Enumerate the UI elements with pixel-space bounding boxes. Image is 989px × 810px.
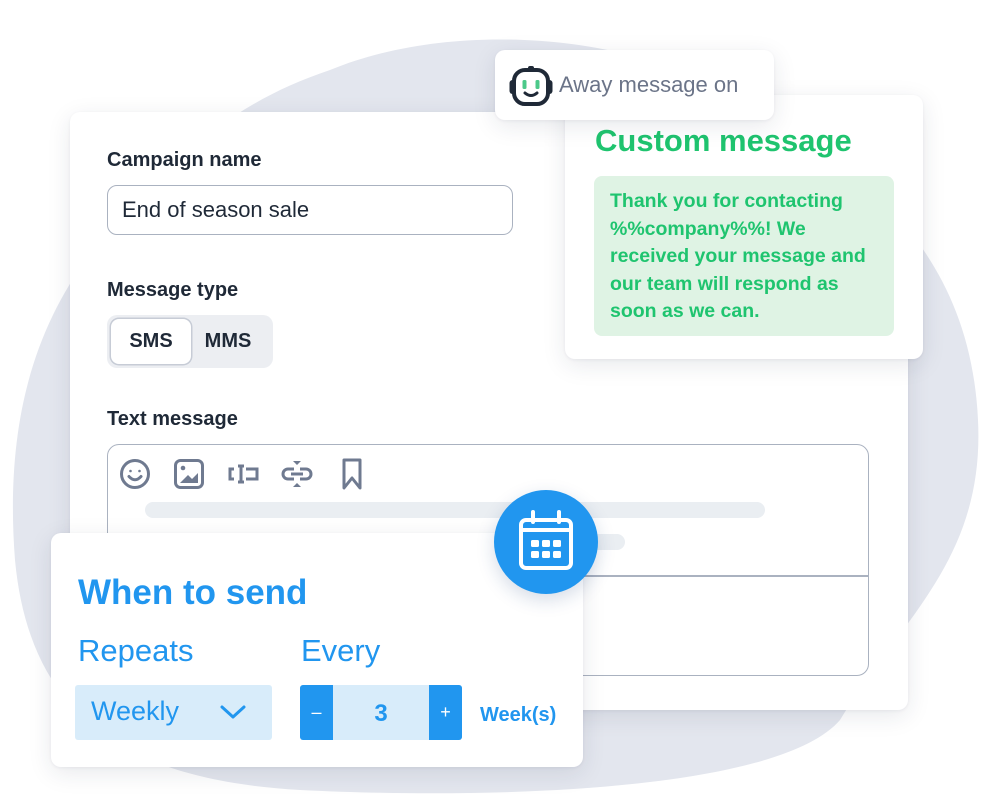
increment-button[interactable]: + xyxy=(429,685,462,740)
every-stepper: – 3 + xyxy=(300,685,462,740)
campaign-name-label: Campaign name xyxy=(107,149,262,171)
emoji-icon[interactable] xyxy=(118,457,152,491)
robot-icon xyxy=(509,66,553,106)
repeats-value: Weekly xyxy=(91,696,180,726)
every-value[interactable]: 3 xyxy=(333,685,429,740)
text-field-icon[interactable] xyxy=(226,457,260,491)
schedule-title: When to send xyxy=(78,573,308,612)
repeats-label: Repeats xyxy=(78,633,194,668)
message-type-mms[interactable]: MMS xyxy=(193,319,263,364)
text-placeholder-line xyxy=(145,502,765,518)
image-icon[interactable] xyxy=(172,457,206,491)
calendar-icon xyxy=(519,510,573,570)
every-label: Every xyxy=(301,633,381,668)
decrement-button[interactable]: – xyxy=(300,685,333,740)
campaign-name-input[interactable]: End of season sale xyxy=(107,185,513,235)
custom-message-card: Custom message Thank you for contacting … xyxy=(565,95,923,359)
away-message-status[interactable]: Away message on xyxy=(495,50,774,120)
bookmark-icon[interactable] xyxy=(336,457,370,491)
every-unit-label: Week(s) xyxy=(480,704,557,726)
text-message-label: Text message xyxy=(107,408,238,430)
link-icon[interactable] xyxy=(280,457,314,491)
message-type-label: Message type xyxy=(107,279,239,301)
repeats-select[interactable]: Weekly xyxy=(75,685,272,740)
custom-message-bubble: Thank you for contacting %%company%%! We… xyxy=(594,176,894,336)
custom-message-title: Custom message xyxy=(595,123,852,158)
message-type-toggle: SMS MMS xyxy=(107,315,273,368)
message-type-sms[interactable]: SMS xyxy=(111,319,191,364)
chevron-down-icon xyxy=(220,705,246,719)
away-message-text: Away message on xyxy=(559,72,739,97)
calendar-badge xyxy=(494,490,598,594)
